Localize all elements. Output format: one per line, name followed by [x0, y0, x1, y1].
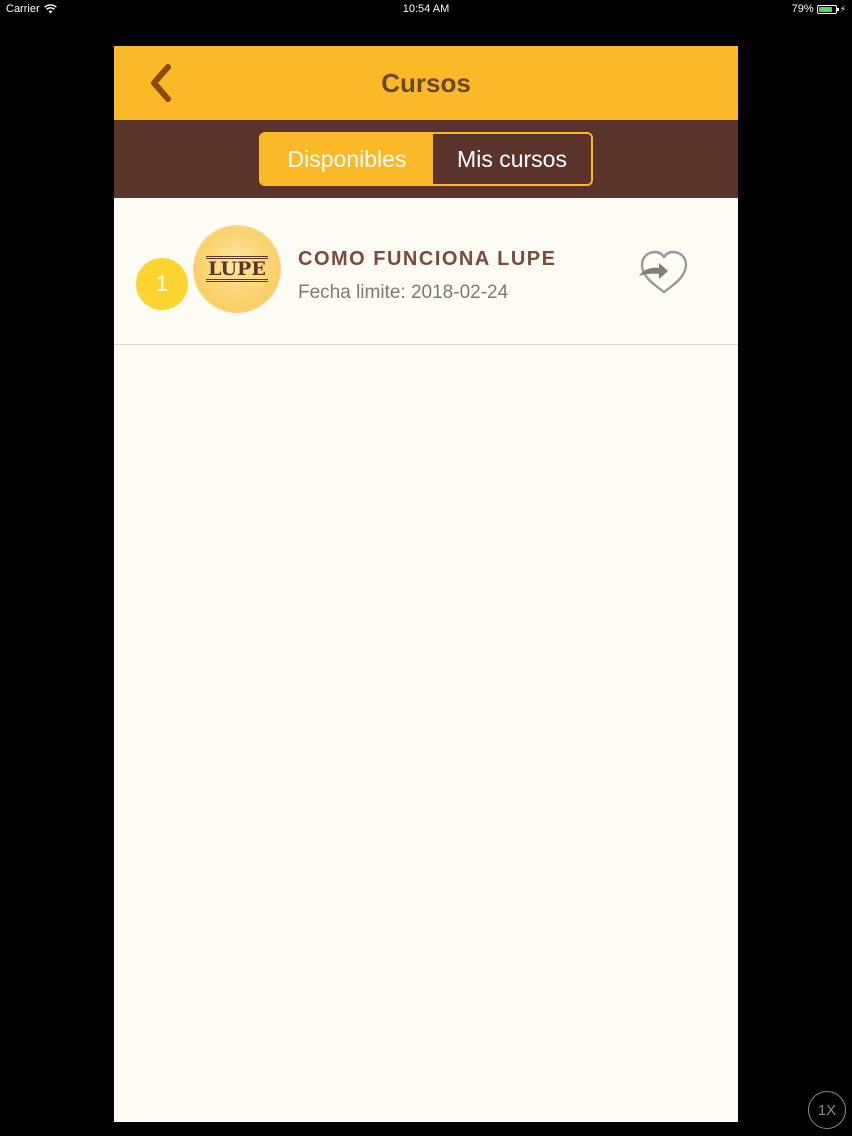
tab-mis-cursos[interactable]: Mis cursos — [433, 134, 591, 184]
tab-disponibles[interactable]: Disponibles — [261, 134, 433, 184]
battery-status: 79% ⚡ — [792, 3, 846, 15]
playback-speed-badge[interactable]: 1X — [808, 1091, 846, 1129]
app-screen: Cursos Disponibles Mis cursos 1 LUPE COM… — [114, 46, 738, 1122]
lupe-logo-icon: LUPE — [206, 256, 268, 282]
course-logo: LUPE — [194, 226, 280, 312]
page-title: Cursos — [381, 68, 471, 98]
nav-bar: Cursos — [114, 46, 738, 120]
segmented-control: Disponibles Mis cursos — [259, 132, 593, 186]
rank-badge: 1 — [136, 258, 188, 310]
course-deadline: Fecha limite: 2018-02-24 — [298, 282, 509, 303]
status-bar: Carrier 10:54 AM 79% ⚡ — [0, 0, 852, 18]
list-item[interactable]: 1 LUPE COMO FUNCIONA LUPE Fecha limite: … — [114, 198, 738, 345]
status-time: 10:54 AM — [402, 3, 450, 15]
heart-share-icon — [639, 250, 688, 294]
battery-percent: 79% — [791, 3, 814, 15]
segment-bar: Disponibles Mis cursos — [114, 120, 738, 198]
favorite-button[interactable] — [634, 246, 694, 298]
course-list: 1 LUPE COMO FUNCIONA LUPE Fecha limite: … — [114, 198, 738, 345]
charging-bolt-icon: ⚡ — [839, 3, 846, 14]
battery-icon — [816, 4, 839, 14]
battery-fill — [818, 6, 832, 12]
course-title: COMO FUNCIONA LUPE — [298, 248, 557, 270]
